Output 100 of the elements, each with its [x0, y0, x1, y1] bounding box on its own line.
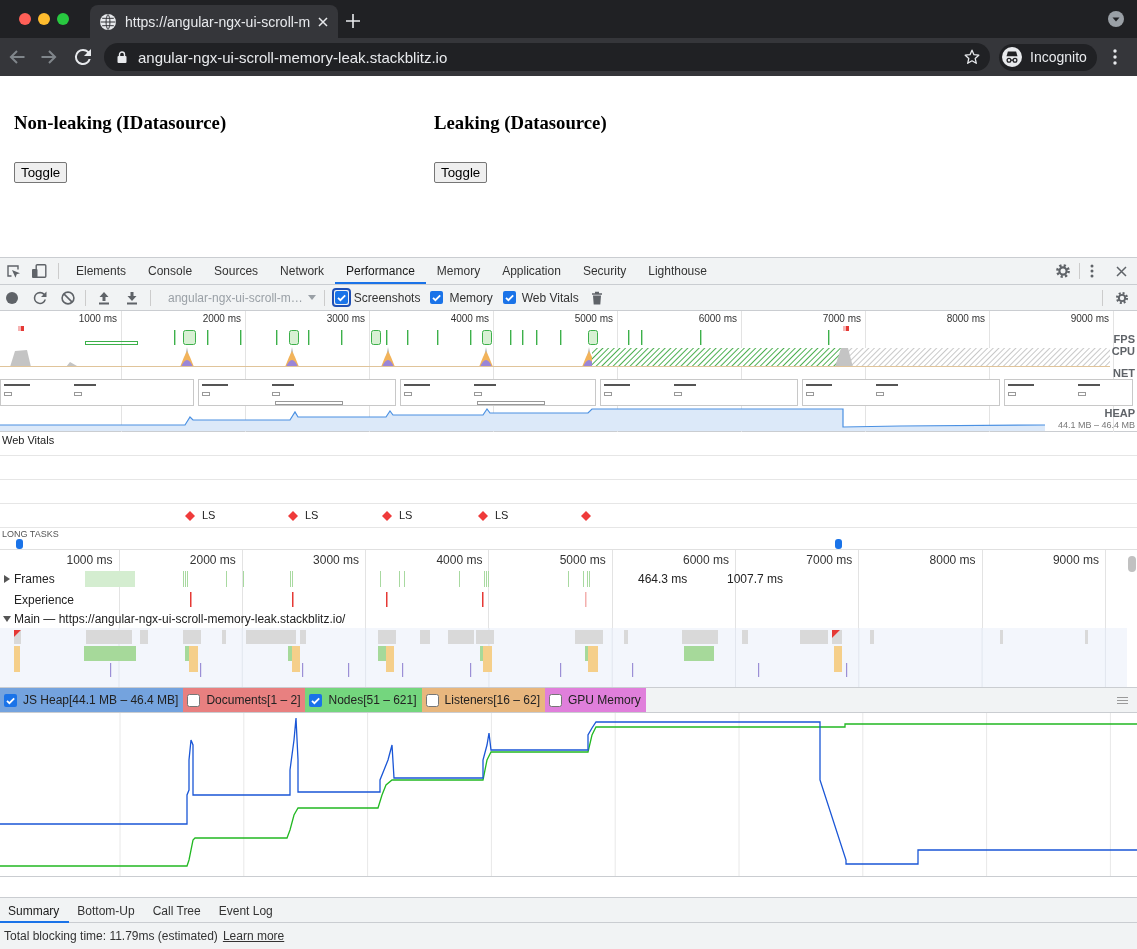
- upload-icon[interactable]: [97, 290, 111, 305]
- time-tick-label: 7000 ms: [806, 553, 853, 567]
- panel-tab[interactable]: Bottom-Up: [69, 898, 145, 923]
- track-label: FPS: [1113, 333, 1135, 345]
- warning-corner-icon: [832, 630, 840, 638]
- inspect-icon[interactable]: [5, 263, 21, 279]
- time-tick-label: 4000 ms: [436, 553, 483, 567]
- time-tick-label: 2000 ms: [202, 313, 241, 325]
- track-label: Experience: [14, 592, 75, 607]
- heap-range-label: 44.1 MB – 46.4 MB: [1057, 420, 1135, 431]
- time-tick-label: 8000 ms: [946, 313, 985, 325]
- devtools-tab[interactable]: Performance: [335, 258, 426, 284]
- panel-tab[interactable]: Summary: [0, 898, 70, 923]
- toggle-button[interactable]: Toggle: [434, 162, 488, 183]
- panel-heading: Non-leaking (IDatasource): [14, 112, 227, 134]
- time-tick-label: 6000 ms: [682, 553, 729, 567]
- flame-bar[interactable]: [832, 630, 842, 644]
- panel-tab[interactable]: Event Log: [210, 898, 283, 923]
- time-tick-label: 7000 ms: [822, 313, 861, 325]
- counter-legend-item[interactable]: Listeners[16 – 62]: [421, 688, 545, 712]
- long-task-marker-icon[interactable]: [835, 539, 842, 549]
- panel-tab[interactable]: Call Tree: [144, 898, 211, 923]
- record-icon[interactable]: [6, 291, 18, 304]
- address-bar[interactable]: angular-ngx-ui-scroll-memory-leak.stackblitz.io: [104, 43, 990, 71]
- devtools-tab[interactable]: Console: [137, 258, 204, 284]
- time-tick-label: 1000 ms: [66, 553, 113, 567]
- trash-icon[interactable]: [590, 290, 603, 305]
- track-label: NET: [1113, 367, 1135, 379]
- marker-label: LS: [495, 509, 509, 522]
- checkbox[interactable]: [502, 291, 516, 304]
- counter-legend-item[interactable]: Nodes[51 – 621]: [305, 688, 422, 712]
- devtools-tab[interactable]: Application: [491, 258, 572, 284]
- checkbox[interactable]: [548, 693, 562, 707]
- panel-heading: Leaking (Datasource): [434, 112, 607, 134]
- frame-duration-label: 464.3 ms: [638, 572, 688, 586]
- checkbox-label[interactable]: Memory: [449, 290, 493, 305]
- counter-legend-item[interactable]: Documents[1 – 2]: [183, 688, 306, 712]
- more-icon[interactable]: [1113, 49, 1117, 65]
- caret-circle-icon[interactable]: [1108, 11, 1124, 27]
- track-title: LONG TASKS: [2, 529, 59, 539]
- checkbox[interactable]: [430, 291, 444, 304]
- reload-icon[interactable]: [33, 290, 47, 305]
- time-tick-label: 9000 ms: [1070, 313, 1109, 325]
- clear-icon[interactable]: [61, 290, 75, 305]
- globe-icon: [100, 13, 116, 30]
- diamond-marker-icon[interactable]: [382, 511, 392, 521]
- close-icon[interactable]: [1116, 265, 1127, 277]
- caret-icon: [307, 295, 316, 300]
- devtools-tab[interactable]: Sources: [203, 258, 270, 284]
- device-icon[interactable]: [31, 263, 47, 279]
- checkbox[interactable]: [187, 693, 201, 707]
- checkbox-label[interactable]: Screenshots: [353, 290, 421, 305]
- devtools-tab[interactable]: Memory: [425, 258, 492, 284]
- counter-label: Documents[1 – 2]: [206, 693, 301, 707]
- close-dot-icon[interactable]: [19, 13, 31, 25]
- diamond-marker-icon[interactable]: [581, 511, 591, 521]
- status-text: Total blocking time: 11.79ms (estimated): [4, 929, 218, 943]
- diamond-marker-icon[interactable]: [478, 511, 488, 521]
- settings-icon[interactable]: [1115, 290, 1129, 305]
- download-icon[interactable]: [125, 290, 139, 305]
- learn-more-link[interactable]: Learn more: [222, 929, 285, 943]
- devtools-tab[interactable]: Network: [269, 258, 336, 284]
- settings-icon[interactable]: [1055, 263, 1071, 279]
- marker-label: LS: [202, 509, 216, 522]
- track-label: Frames: [14, 572, 55, 586]
- counter-label: GPU Memory: [567, 693, 641, 707]
- frame-duration-label: 1007.7 ms: [727, 572, 784, 586]
- browser-tab[interactable]: https://angular-ngx-ui-scroll-m: [90, 5, 338, 38]
- triangle-icon[interactable]: [3, 615, 11, 623]
- track-title: Web Vitals: [2, 434, 55, 446]
- triangle-icon[interactable]: [3, 575, 11, 583]
- plus-icon[interactable]: [346, 14, 360, 28]
- devtools-tab[interactable]: Elements: [65, 258, 138, 284]
- checkbox[interactable]: [309, 693, 323, 707]
- long-task-marker-icon[interactable]: [16, 539, 23, 549]
- minimize-dot-icon[interactable]: [38, 13, 50, 25]
- track-label: HEAP: [1104, 407, 1135, 419]
- star-icon[interactable]: [964, 49, 980, 65]
- checkbox[interactable]: [4, 693, 17, 707]
- warning-corner-icon: [14, 630, 21, 637]
- checkbox-label[interactable]: Web Vitals: [521, 290, 579, 305]
- devtools-tab[interactable]: Lighthouse: [637, 258, 718, 284]
- flame-bar[interactable]: [14, 630, 21, 644]
- toggle-button[interactable]: Toggle: [14, 162, 68, 183]
- time-tick-label: 1000 ms: [78, 313, 117, 325]
- diamond-marker-icon[interactable]: [185, 511, 195, 521]
- checkbox[interactable]: [425, 693, 439, 707]
- time-tick-label: 5000 ms: [574, 313, 613, 325]
- counter-legend-item[interactable]: JS Heap[44.1 MB – 46.4 MB]: [0, 688, 184, 712]
- profile-button[interactable]: Incognito: [999, 43, 1097, 71]
- grip-lines-icon[interactable]: [1117, 696, 1128, 704]
- zoom-dot-icon[interactable]: [57, 13, 69, 25]
- marker-label: LS: [399, 509, 413, 522]
- counter-legend-item[interactable]: GPU Memory: [544, 688, 646, 712]
- devtools-tab[interactable]: Security: [571, 258, 638, 284]
- more-icon[interactable]: [1090, 264, 1094, 278]
- reload-icon[interactable]: [74, 48, 92, 66]
- diamond-marker-icon[interactable]: [288, 511, 298, 521]
- time-tick-label: 5000 ms: [559, 553, 606, 567]
- scrollbar-thumb[interactable]: [1128, 556, 1136, 572]
